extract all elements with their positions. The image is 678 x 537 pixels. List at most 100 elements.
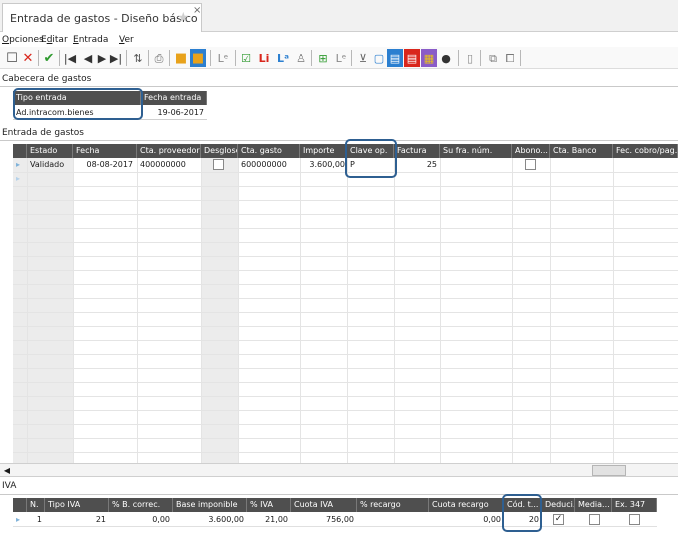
- grid-column-line: [613, 158, 614, 463]
- toolbar-separator: [458, 50, 459, 66]
- fecha-entrada-value[interactable]: 19-06-2017: [141, 106, 205, 119]
- cuota-recargo-value[interactable]: 0,00: [429, 513, 501, 526]
- grid-add-icon[interactable]: ⊞: [315, 49, 331, 67]
- grid-row-line: [13, 298, 678, 299]
- column-cuota-iva[interactable]: Cuota IVA: [291, 498, 357, 512]
- column-deducible[interactable]: Deduci...: [542, 498, 575, 512]
- cuota-iva-value[interactable]: 756,00: [291, 513, 354, 526]
- n-value[interactable]: 1: [27, 513, 42, 526]
- tipo-iva-value[interactable]: 21: [45, 513, 106, 526]
- grid-column-line: [440, 158, 441, 463]
- column-cta-proveedor[interactable]: Cta. proveedor: [137, 144, 201, 158]
- column-base-imponible[interactable]: Base imponible: [173, 498, 247, 512]
- column-pct-iva[interactable]: % IVA: [247, 498, 291, 512]
- iva-row[interactable]: ▸ 1 21 0,00 3.600,00 21,00 756,00 0,00 2…: [13, 513, 657, 527]
- toolbar-separator: [169, 50, 170, 66]
- confirm-icon[interactable]: ✔: [41, 49, 57, 67]
- ledger-icon[interactable]: Lᵉ: [215, 49, 231, 67]
- pct-iva-value[interactable]: 21,00: [247, 513, 288, 526]
- toolbar-separator: [59, 50, 60, 66]
- column-cta-banco[interactable]: Cta. Banco: [550, 144, 613, 158]
- ledger-green-icon[interactable]: Lᵉ: [333, 49, 349, 67]
- color-icon[interactable]: ▦: [421, 49, 437, 67]
- column-tipo-iva[interactable]: Tipo IVA: [45, 498, 109, 512]
- ex347-checkbox[interactable]: [629, 514, 640, 525]
- tab-entrada-de-gastos[interactable]: Entrada de gastos - Diseño básico ★ ×: [2, 3, 202, 32]
- new-document-icon[interactable]: ☐: [4, 49, 20, 67]
- menu-editar[interactable]: Editar: [41, 35, 68, 45]
- column-media[interactable]: Media...: [575, 498, 612, 512]
- base-imponible-value[interactable]: 3.600,00: [173, 513, 244, 526]
- ledger-red-icon[interactable]: Li: [256, 49, 272, 67]
- delete-icon[interactable]: ✕: [20, 49, 36, 67]
- sort-icon[interactable]: ⇅: [130, 49, 146, 67]
- page-icon[interactable]: ▯: [462, 49, 478, 67]
- column-fecha-entrada[interactable]: Fecha entrada: [141, 91, 207, 105]
- column-fecha[interactable]: Fecha: [73, 144, 137, 158]
- document-check-icon[interactable]: ☑: [238, 49, 254, 67]
- report-red-icon[interactable]: ▤: [404, 49, 420, 67]
- b-correc-value[interactable]: 0,00: [109, 513, 170, 526]
- cta-gasto-value[interactable]: 600000000: [241, 158, 287, 171]
- grid-row-line: [13, 284, 678, 285]
- abono-checkbox[interactable]: [525, 159, 536, 170]
- divider: [0, 86, 678, 87]
- report-blue-icon[interactable]: ▤: [387, 49, 403, 67]
- folder-open-icon[interactable]: ■: [173, 49, 189, 67]
- column-abono[interactable]: Abono...: [512, 144, 550, 158]
- folder-card-icon[interactable]: ■: [190, 49, 206, 67]
- highlight-tipo-entrada: [13, 88, 143, 120]
- column-estado[interactable]: Estado: [27, 144, 73, 158]
- grid-row-line: [13, 270, 678, 271]
- attach-icon[interactable]: ⧉: [485, 49, 501, 67]
- new-row-indicator-icon: ▸: [16, 174, 21, 183]
- toolbar-separator: [520, 50, 521, 66]
- last-record-icon[interactable]: ▶|: [108, 49, 124, 67]
- column-recargo[interactable]: % recargo: [357, 498, 429, 512]
- media-checkbox[interactable]: [589, 514, 600, 525]
- toolbar-separator: [235, 50, 236, 66]
- copy-icon[interactable]: ⧠: [502, 49, 518, 67]
- row-selector-strip: [13, 158, 27, 463]
- grid-row-line: [13, 186, 678, 187]
- first-record-icon[interactable]: |◀: [62, 49, 78, 67]
- iva-grid-columns: N. Tipo IVA % B. correc. Base imponible …: [13, 498, 657, 512]
- column-ex-347[interactable]: Ex. 347: [612, 498, 657, 512]
- grid-row-line: [13, 354, 678, 355]
- menu-entrada[interactable]: Entrada: [73, 35, 108, 45]
- column-cta-gasto[interactable]: Cta. gasto: [238, 144, 300, 158]
- menu-opciones[interactable]: Opciones: [2, 35, 44, 45]
- column-su-fra-num[interactable]: Su fra. núm.: [440, 144, 512, 158]
- column-cuota-recargo[interactable]: Cuota recargo: [429, 498, 504, 512]
- close-icon[interactable]: ×: [193, 5, 201, 16]
- column-importe[interactable]: Importe: [300, 144, 347, 158]
- scroll-left-icon[interactable]: ◀: [2, 465, 12, 476]
- print-icon[interactable]: ⎙: [151, 49, 167, 67]
- estado-value[interactable]: Validado: [30, 158, 64, 171]
- scroll-thumb[interactable]: [592, 465, 626, 476]
- horizontal-scrollbar[interactable]: ◀: [0, 463, 678, 477]
- factura-value[interactable]: 25: [394, 158, 437, 171]
- column-factura[interactable]: Factura: [394, 144, 440, 158]
- ledger-group-icon[interactable]: ♙: [293, 49, 309, 67]
- grid-column-line: [27, 158, 28, 463]
- deducible-checkbox[interactable]: ✓: [553, 514, 564, 525]
- menu-ver[interactable]: Ver: [119, 35, 134, 45]
- ledger-blue-icon[interactable]: Lᵃ: [275, 49, 291, 67]
- divider: [0, 494, 678, 495]
- entries-grid-body[interactable]: [13, 158, 678, 463]
- desglose-checkbox[interactable]: [213, 159, 224, 170]
- grid-column-line: [73, 158, 74, 463]
- cta-proveedor-value[interactable]: 400000000: [140, 158, 186, 171]
- column-b-correc[interactable]: % B. correc.: [109, 498, 173, 512]
- importe-value[interactable]: 3.600,00: [300, 158, 345, 171]
- column-desglose[interactable]: Desglose: [201, 144, 238, 158]
- grid-row-line: [13, 368, 678, 369]
- star-icon[interactable]: ★: [177, 10, 190, 26]
- document-icon[interactable]: ▢: [371, 49, 387, 67]
- fecha-value[interactable]: 08-08-2017: [73, 158, 134, 171]
- column-n[interactable]: N.: [27, 498, 45, 512]
- column-fec-cobro-pag[interactable]: Fec. cobro/pag.: [613, 144, 678, 158]
- user-icon[interactable]: ●: [438, 49, 454, 67]
- filter-icon[interactable]: ⊻: [355, 49, 371, 67]
